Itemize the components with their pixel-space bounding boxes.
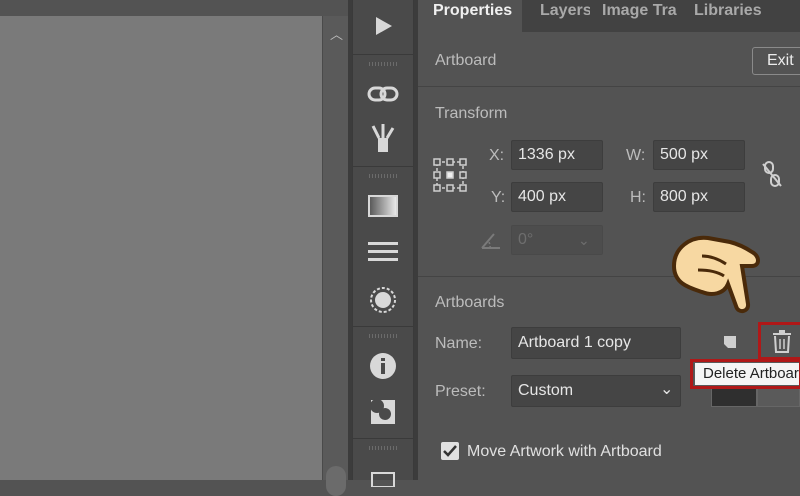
x-label: X: xyxy=(489,147,505,164)
grip-handle[interactable] xyxy=(369,62,397,66)
panel-icon-column xyxy=(352,0,414,487)
artboard-canvas[interactable] xyxy=(0,0,322,480)
move-artwork-checkbox[interactable] xyxy=(441,442,459,460)
x-position-field[interactable]: 1336 px xyxy=(511,140,603,170)
divider xyxy=(353,438,413,439)
tab-image-trace[interactable]: Image Tra xyxy=(602,0,684,32)
tab-layers[interactable]: Layers xyxy=(528,0,590,32)
scrollbar-thumb[interactable] xyxy=(326,466,346,496)
gradient-icon[interactable] xyxy=(363,188,403,224)
link-icon[interactable] xyxy=(363,76,403,112)
brush-icon[interactable] xyxy=(363,120,403,156)
divider xyxy=(353,166,413,167)
grip-handle[interactable] xyxy=(369,334,397,338)
constrain-proportions-icon[interactable] xyxy=(761,160,783,193)
name-label: Name: xyxy=(435,335,483,352)
pathfinder-icon[interactable] xyxy=(363,394,403,430)
y-position-field[interactable]: 400 px xyxy=(511,182,603,212)
pointing-hand-icon xyxy=(668,226,768,321)
rotate-icon xyxy=(480,230,504,255)
play-icon[interactable] xyxy=(363,8,403,44)
delete-artboard-button[interactable] xyxy=(771,330,793,359)
chevron-down-icon: ⌄ xyxy=(578,232,590,248)
trash-icon xyxy=(773,330,791,353)
panel-icon-strip xyxy=(348,0,418,487)
width-field[interactable]: 500 px xyxy=(653,140,745,170)
canvas-scrollbar[interactable]: ︿ xyxy=(322,16,349,496)
divider xyxy=(353,326,413,327)
divider xyxy=(353,54,413,55)
height-field[interactable]: 800 px xyxy=(653,182,745,212)
canvas-top-bar xyxy=(0,0,322,16)
section-title-artboards: Artboards xyxy=(435,294,505,311)
w-label: W: xyxy=(626,147,646,164)
move-artwork-label: Move Artwork with Artboard xyxy=(467,443,662,460)
h-label: H: xyxy=(630,189,646,206)
grip-handle[interactable] xyxy=(369,446,397,450)
tooltip-highlight xyxy=(690,359,800,389)
scroll-up-icon[interactable]: ︿ xyxy=(330,24,343,43)
tab-libraries[interactable]: Libraries xyxy=(694,0,794,32)
stroke-lines-icon[interactable] xyxy=(363,234,403,270)
preset-label: Preset: xyxy=(435,383,486,400)
chevron-down-icon[interactable]: ⌄ xyxy=(660,379,673,399)
y-label: Y: xyxy=(491,189,506,206)
info-icon[interactable] xyxy=(363,348,403,384)
preset-select[interactable]: Custom xyxy=(511,375,681,407)
tab-properties[interactable]: Properties xyxy=(418,0,522,32)
panel-tabs: Properties Layers Image Tra Libraries xyxy=(418,0,800,32)
artboard-name-field[interactable]: Artboard 1 copy xyxy=(511,327,681,359)
section-title-artboard: Artboard xyxy=(435,52,497,69)
appearance-icon[interactable] xyxy=(363,282,403,318)
reference-point-icon[interactable] xyxy=(433,158,467,197)
divider xyxy=(418,86,800,87)
new-artboard-icon[interactable] xyxy=(720,332,740,357)
section-title-transform: Transform xyxy=(435,105,508,122)
exit-button[interactable]: Exit xyxy=(752,47,800,75)
grip-handle[interactable] xyxy=(369,174,397,178)
artboards-icon[interactable] xyxy=(363,458,403,494)
